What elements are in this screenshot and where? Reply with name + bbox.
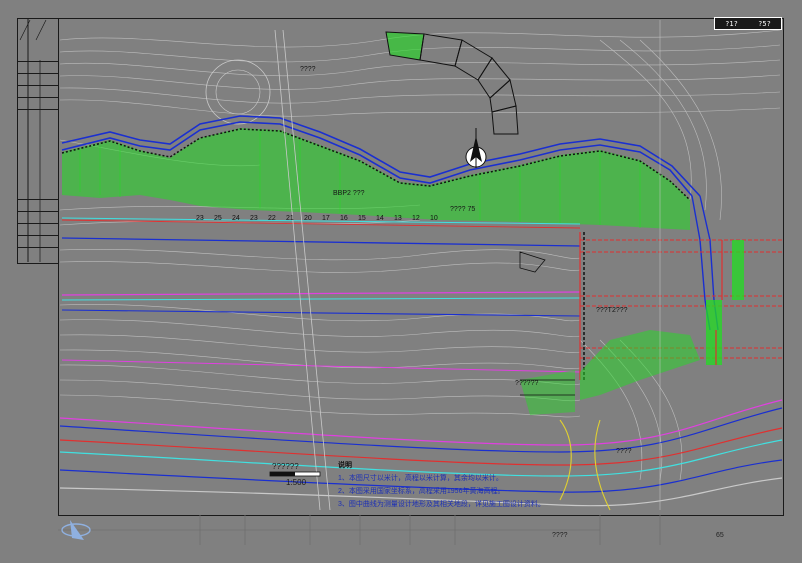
station-number: 20 [304, 215, 312, 222]
plan-label-mid: BBP2 ??? [333, 190, 365, 197]
plan-label-box: ???? [616, 448, 632, 455]
bottom-code-right: 65 [716, 532, 724, 539]
hill-contour [205, 59, 271, 125]
note-line: 3、图中曲线为测量设计地形及其相关地段，详见施工图设计资料。 [338, 501, 545, 508]
station-number: 15 [358, 215, 366, 222]
note-line: 2、本图采用国家坐标系，高程采用1956年黄海高程。 [338, 488, 505, 495]
station-number: 14 [376, 215, 384, 222]
contour-lines [59, 29, 781, 481]
right-green-block [732, 240, 744, 300]
sheet-number-box: ?1? ?5? [714, 17, 782, 30]
station-number: 25 [214, 215, 222, 222]
plan-label-top: ???? [300, 66, 316, 73]
sheet-number-right: ?5? [758, 19, 771, 28]
plan-label-elevation: ???? 75 [450, 206, 476, 213]
road-centerline-blue [61, 237, 581, 247]
drawing-sheet: ?1? ?5? 23 25 24 23 22 21 20 17 16 15 14 13 12 10 ???… [0, 0, 802, 563]
lower-green-area [580, 330, 700, 400]
station-number: 16 [340, 215, 348, 222]
plan-label-right: ???T2??? [596, 307, 628, 314]
station-number: 23 [196, 215, 204, 222]
station-number: 24 [232, 215, 240, 222]
bottom-code-center: ???? [552, 532, 568, 539]
station-number: 12 [412, 215, 420, 222]
scale-ratio: 1:500 [286, 478, 307, 487]
sheet-number-left: ?1? [725, 19, 738, 28]
scale-title: ?????? [272, 462, 299, 471]
notes-title: 说明 [338, 462, 352, 469]
station-number: 10 [430, 215, 438, 222]
drawing-notes: 说明 1、本图尺寸以米计，高程以米计算，其余均以米计。 2、本图采用国家坐标系，… [338, 459, 598, 511]
bottom-title-strip [58, 515, 661, 545]
station-number: 17 [322, 215, 330, 222]
plan-label-lower: ?????? [515, 380, 539, 387]
north-arrow-icon [465, 128, 487, 168]
station-number: 21 [286, 215, 294, 222]
station-number: 22 [268, 215, 276, 222]
note-line: 1、本图尺寸以米计，高程以米计算，其余均以米计。 [338, 475, 503, 482]
station-number: 23 [250, 215, 258, 222]
station-number: 13 [394, 215, 402, 222]
